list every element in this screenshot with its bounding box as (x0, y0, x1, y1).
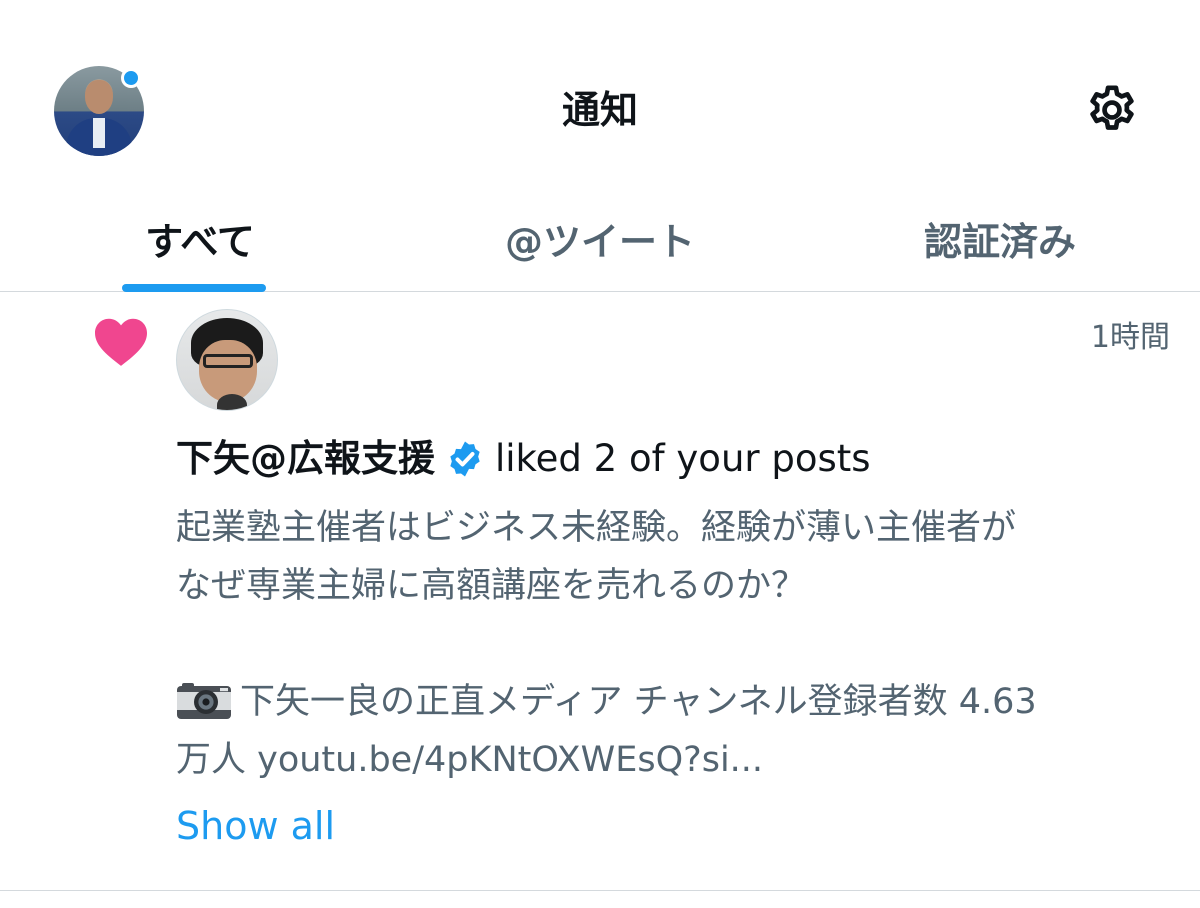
gear-icon (1090, 85, 1134, 130)
tab-all[interactable]: すべて (0, 192, 400, 284)
post-line: なぜ専業主婦に高額講座を売れるのか？ (176, 566, 807, 606)
post-line: 万人 youtu.be/4pKNtOXWEsQ?si... (176, 740, 764, 780)
tab-bar: すべて @ツイート 認証済み (0, 200, 1200, 292)
page-title: 通知 (561, 88, 638, 132)
post-line-text: 下矢一良の正直メディア チャンネル登録者数 4.63 (240, 682, 1037, 722)
user-avatar[interactable] (176, 309, 278, 411)
settings-button[interactable] (1082, 80, 1142, 140)
show-all-link[interactable]: Show all (176, 801, 335, 851)
user-avatar-mic (217, 394, 247, 410)
post-line-blank (176, 615, 1176, 673)
notification-action: liked 2 of your posts (495, 437, 871, 480)
verified-badge-icon (445, 439, 485, 479)
notification-item[interactable]: 1時間 下矢@広報支援 liked 2 of your posts 起業塾主催者… (0, 293, 1200, 891)
post-line: 下矢一良の正直メディア チャンネル登録者数 4.63 (176, 673, 1176, 731)
camera-icon (176, 680, 232, 719)
active-tab-indicator (122, 284, 266, 292)
tab-mentions[interactable]: @ツイート (400, 192, 800, 284)
user-avatar-face-front (199, 340, 257, 402)
app-header: 通知 (0, 0, 1200, 200)
notification-timestamp: 1時間 (1090, 320, 1170, 355)
tab-verified[interactable]: 認証済み (800, 192, 1200, 284)
user-avatar-glasses (203, 354, 253, 368)
post-preview[interactable]: 起業塾主催者はビジネス未経験。経験が薄い主催者が なぜ専業主婦に高額講座を売れる… (176, 499, 1176, 789)
heart-icon (95, 318, 147, 366)
user-name[interactable]: 下矢@広報支援 (176, 435, 435, 483)
notification-headline: 下矢@広報支援 liked 2 of your posts (176, 435, 1176, 483)
post-line: 起業塾主催者はビジネス未経験。経験が薄い主催者が (176, 508, 1017, 548)
